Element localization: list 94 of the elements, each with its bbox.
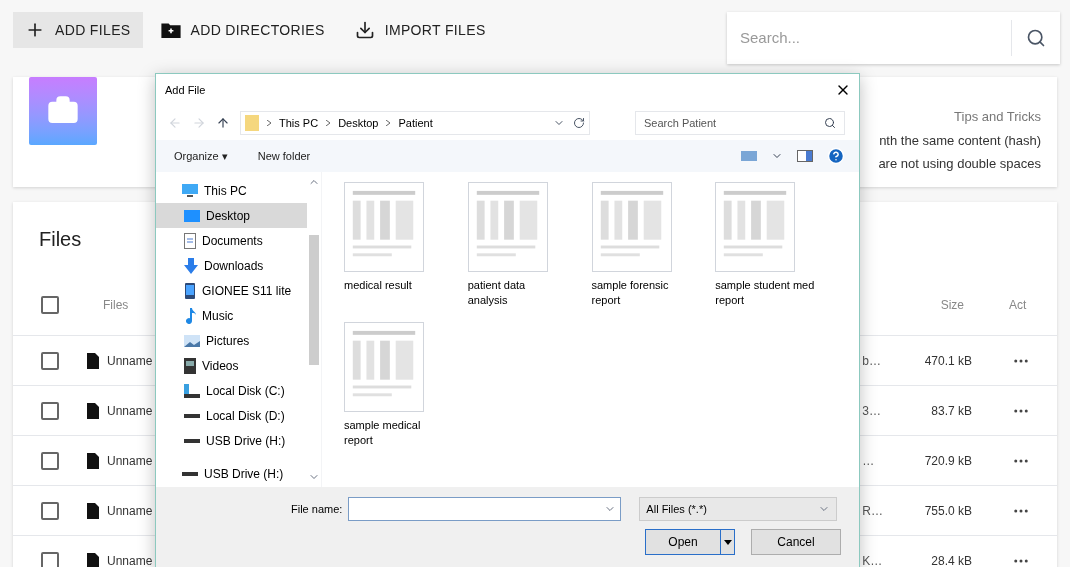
column-header: Files [103,296,129,314]
checkbox[interactable] [41,401,59,420]
file-item-name[interactable]: sample medical report [344,418,444,448]
download-icon [354,20,375,40]
table-cell-text: … [862,452,875,470]
table-cell-text: 3… [862,402,882,420]
file-size: 470.1 kB [924,352,972,370]
search-icon[interactable] [824,117,836,129]
file-icon [87,402,99,419]
file-item-name[interactable]: sample student med report [715,278,816,308]
checkbox[interactable] [41,501,59,520]
file-name: Unname [107,352,153,370]
command-button[interactable]: Organize ▾ [174,147,228,165]
folder-plus-icon [160,22,181,38]
toolbar-button[interactable]: IMPORT FILES [342,12,498,48]
file-size: 720.9 kB [924,452,972,470]
toolbar-button[interactable]: ADD DIRECTORIES [148,12,337,48]
nav-item[interactable]: Desktop [156,203,307,228]
file-item-name[interactable]: sample forensic report [591,278,692,308]
folder-icon [245,115,259,131]
nav-item[interactable]: GIONEE S11 lite [156,278,307,303]
nav-item[interactable]: This PC [156,178,307,203]
desktop-icon [184,209,200,222]
chevron-icon [326,120,331,126]
checkbox[interactable] [41,295,59,314]
tips-title: Tips and Tricks [954,108,1041,126]
download-arrow-icon [184,257,198,274]
nav-item[interactable]: Downloads [156,253,307,278]
toolbar-button[interactable]: ADD FILES [13,12,143,48]
nav-item[interactable]: USB Drive (H:) [156,461,307,486]
drive-icon [184,413,200,418]
file-item-name[interactable]: medical result [344,278,444,293]
dialog-title: Add File [165,82,206,98]
file-icon [87,352,99,369]
search-bar[interactable]: Search... [727,12,1060,64]
file-name: Unname [107,552,153,567]
drive-icon [184,383,200,398]
phone-icon [184,282,196,299]
file-size: 755.0 kB [924,502,972,520]
nav-item[interactable]: Pictures [156,328,307,353]
file-name: Unname [107,402,153,420]
nav-item[interactable]: Music [156,303,307,328]
refresh-icon[interactable] [573,117,585,129]
chevron-icon [386,120,391,126]
computer-icon [182,183,198,198]
breadcrumb[interactable]: Desktop [338,114,379,132]
table-cell-text: b… [862,352,882,370]
breadcrumb[interactable]: Patient [398,114,433,132]
drive-icon [182,471,198,476]
files-title: Files [39,228,82,250]
file-icon [87,552,99,567]
nav-item[interactable]: Local Disk (C:) [156,378,307,403]
document-icon [184,232,196,249]
preview-pane-icon[interactable] [797,150,813,162]
tip-text: nth the same content (hash) [879,131,1041,150]
file-name: Unname [107,502,153,520]
file-name: Unname [107,452,153,470]
search-field[interactable]: Search Patient [644,114,824,132]
file-type-select[interactable]: All Files (*.*) [639,497,838,521]
search-field[interactable]: Search... [727,26,1011,50]
checkbox[interactable] [41,451,59,470]
checkbox[interactable] [41,551,59,567]
file-item-name[interactable]: patient data analysis [467,278,568,308]
file-name-label: File name: [291,501,343,517]
film-icon [184,357,196,374]
column-header: Size [940,296,964,314]
caret-icon [720,530,734,554]
file-icon [87,452,99,469]
help-icon[interactable] [827,147,845,165]
search-icon[interactable] [1026,28,1046,48]
checkbox[interactable] [41,351,59,370]
file-size: 28.4 kB [931,552,972,567]
command-button[interactable]: New folder [257,147,311,165]
file-icon [87,502,99,519]
nav-item[interactable]: Videos [156,353,307,378]
address-bar[interactable]: This PC Desktop Patient [240,111,590,135]
landscape-icon [184,334,200,347]
breadcrumb[interactable]: This PC [279,114,319,132]
up-icon[interactable] [216,116,230,130]
tip-text: are not using double spaces [878,155,1041,173]
drive-icon [184,438,200,443]
music-note-icon [184,307,196,324]
open-button[interactable]: Open [645,529,735,555]
search-bar[interactable]: Search Patient [635,111,845,135]
nav-item[interactable]: USB Drive (H:) [156,428,307,453]
table-cell-text: K… [862,552,883,567]
file-size: 83.7 kB [931,402,972,420]
chevron-icon [267,120,271,126]
cancel-button[interactable]: Cancel [751,529,841,555]
column-header: Act [1009,296,1028,314]
file-name-field[interactable] [348,497,622,521]
nav-item[interactable]: Documents [156,228,307,253]
table-cell-text: R… [862,502,884,520]
nav-item[interactable]: Local Disk (D:) [156,403,307,428]
